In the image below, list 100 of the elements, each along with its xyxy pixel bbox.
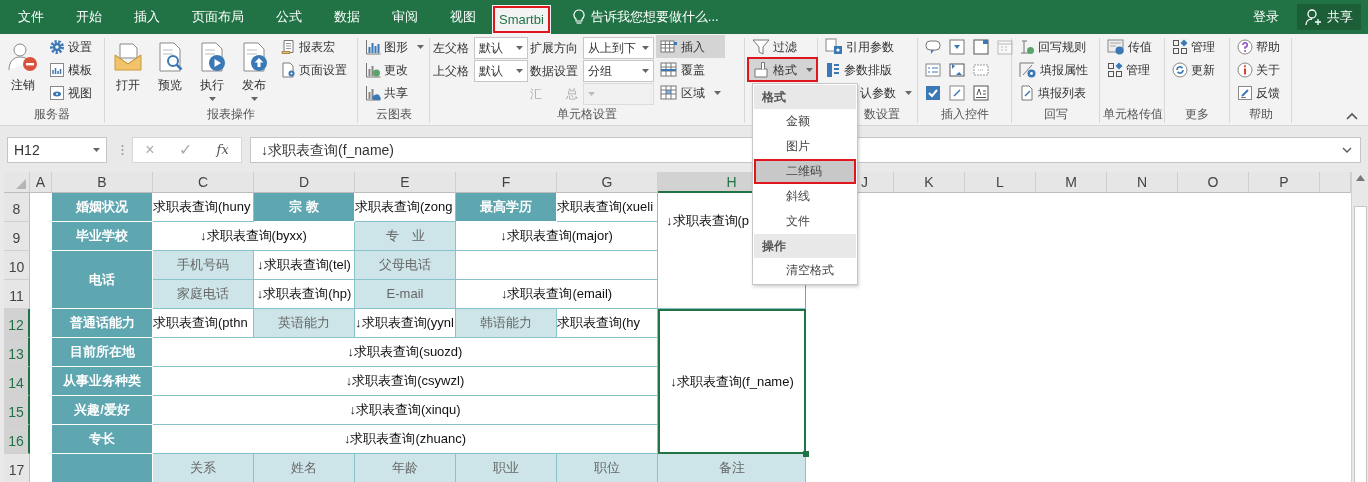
table-cell: 目前所在地 xyxy=(52,338,153,367)
speech-bubble-icon[interactable] xyxy=(925,38,941,55)
ribbon-button[interactable]: 注销 xyxy=(3,35,43,95)
column-header[interactable]: F xyxy=(456,172,557,193)
row-header[interactable]: 17 xyxy=(4,454,30,482)
row-header[interactable]: 16 xyxy=(4,425,30,454)
dropdown-field[interactable]: 默认 xyxy=(474,37,528,59)
list-icon[interactable] xyxy=(925,61,941,78)
chart-document-icon xyxy=(49,61,65,78)
ribbon-button[interactable]: 过滤 xyxy=(748,35,817,58)
scrollbar-thumb[interactable] xyxy=(1353,206,1367,482)
field-label: 汇 总 xyxy=(530,86,578,103)
row-header[interactable]: 15 xyxy=(4,396,30,425)
ribbon-button[interactable]: 执行 xyxy=(192,35,232,102)
document-check-icon xyxy=(1019,38,1035,55)
ribbon-tab[interactable]: 审阅 xyxy=(376,0,434,34)
table-cell: 职位 xyxy=(557,454,658,482)
row-header[interactable]: 13 xyxy=(4,338,30,367)
dropdown-field[interactable]: 从上到下 xyxy=(583,37,654,59)
ribbon-button[interactable]: 更新 xyxy=(1168,58,1219,81)
ribbon-button[interactable]: 打开 xyxy=(108,35,148,95)
column-header[interactable]: C xyxy=(153,172,254,193)
ribbon-tab[interactable]: 文件 xyxy=(2,0,60,34)
name-box[interactable]: H12 xyxy=(7,137,107,163)
column-header[interactable]: N xyxy=(1107,172,1178,193)
column-header[interactable]: P xyxy=(1249,172,1320,193)
ribbon-button[interactable]: 设置 xyxy=(45,35,96,58)
column-header[interactable]: L xyxy=(965,172,1036,193)
menu-item[interactable]: 二维码 xyxy=(754,159,856,184)
ribbon-button[interactable]: 图形 xyxy=(361,35,428,58)
ribbon-tab[interactable]: Smartbi xyxy=(492,5,551,34)
search-field[interactable]: 告诉我您想要做什么... xyxy=(588,6,789,28)
ribbon-button[interactable]: 插入 xyxy=(656,35,725,58)
row-header[interactable]: 10 xyxy=(4,251,30,280)
table-cell: 专长 xyxy=(52,425,153,454)
row-header[interactable]: 8 xyxy=(4,193,30,222)
field-label: 左父格 xyxy=(433,40,469,57)
window-icon[interactable] xyxy=(973,38,989,55)
column-header[interactable]: M xyxy=(1036,172,1107,193)
text-field-icon[interactable] xyxy=(973,61,989,78)
row-header[interactable]: 9 xyxy=(4,222,30,251)
checkbox-icon[interactable] xyxy=(925,84,941,101)
row-header[interactable]: 14 xyxy=(4,367,30,396)
column-header[interactable]: E xyxy=(355,172,456,193)
ribbon-button[interactable]: 格式 xyxy=(748,58,817,81)
table-cell: 韩语能力 xyxy=(456,309,557,338)
ribbon-button[interactable]: 反馈 xyxy=(1233,81,1284,104)
collapse-icon[interactable] xyxy=(1346,112,1358,120)
ribbon-button[interactable]: 引用参数 xyxy=(821,35,916,58)
ribbon-button[interactable]: 视图 xyxy=(45,81,96,104)
dropdown-field[interactable]: 分组 xyxy=(583,60,654,82)
ribbon-button[interactable]: 管理 xyxy=(1103,58,1156,81)
ribbon-button[interactable]: 更改 xyxy=(361,58,428,81)
ribbon-button[interactable]: 预览 xyxy=(150,35,190,95)
ribbon-button[interactable]: 覆盖 xyxy=(656,58,725,81)
column-header[interactable]: O xyxy=(1178,172,1249,193)
column-header[interactable]: G xyxy=(557,172,658,193)
ribbon-button[interactable]: 填报列表 xyxy=(1015,81,1092,104)
ribbon-button[interactable]: 报表宏 xyxy=(276,35,351,58)
ribbon-button[interactable]: 发布 xyxy=(234,35,274,102)
column-header[interactable]: D xyxy=(254,172,355,193)
menu-item[interactable]: 图片 xyxy=(754,134,856,159)
table-cell: 手机号码 xyxy=(153,251,254,280)
ribbon-button[interactable]: 区域 xyxy=(656,81,725,104)
text-style-icon[interactable] xyxy=(973,84,989,101)
ribbon-button[interactable]: 关于 xyxy=(1233,58,1284,81)
insert-function-button[interactable]: fx xyxy=(216,140,229,160)
dropdown-icon[interactable] xyxy=(949,38,965,55)
ribbon-tab[interactable]: 公式 xyxy=(260,0,318,34)
ribbon-tab[interactable]: 视图 xyxy=(434,0,492,34)
column-header[interactable]: B xyxy=(52,172,153,193)
share-button[interactable]: 共享 xyxy=(1297,4,1361,30)
link-icon[interactable] xyxy=(949,84,965,101)
vertical-scrollbar[interactable] xyxy=(1351,172,1368,482)
ribbon-button[interactable]: 参数排版 xyxy=(821,58,916,81)
sign-in-link[interactable]: 登录 xyxy=(1247,6,1285,28)
menu-item[interactable]: 金额 xyxy=(754,109,856,134)
fill-handle[interactable] xyxy=(803,451,809,457)
ribbon-button[interactable]: 共享 xyxy=(361,81,428,104)
ribbon-button[interactable]: 页面设置 xyxy=(276,58,351,81)
ribbon-button[interactable]: 传值 xyxy=(1103,35,1156,58)
field-label: 扩展方向 xyxy=(530,40,578,57)
ribbon-button[interactable]: 填报属性 xyxy=(1015,58,1092,81)
row-header[interactable]: 11 xyxy=(4,280,30,309)
ribbon-tab[interactable]: 数据 xyxy=(318,0,376,34)
ribbon-button[interactable]: 管理 xyxy=(1168,35,1219,58)
ribbon-tab[interactable]: 开始 xyxy=(60,0,118,34)
ribbon-button[interactable]: 模板 xyxy=(45,58,96,81)
ribbon-tab[interactable]: 插入 xyxy=(118,0,176,34)
dropdown-field[interactable]: 默认 xyxy=(474,60,528,82)
ribbon-button[interactable]: 帮助 xyxy=(1233,35,1284,58)
ribbon-button[interactable]: 回写规则 xyxy=(1015,35,1092,58)
ribbon-tab[interactable]: 页面布局 xyxy=(176,0,260,34)
column-header[interactable]: K xyxy=(894,172,965,193)
row-header[interactable]: 12 xyxy=(4,309,30,338)
formula-text: ↓求职表查询(f_name) xyxy=(261,140,395,160)
column-header[interactable]: A xyxy=(30,172,52,193)
upload-window-icon[interactable] xyxy=(949,61,965,78)
group-label: 单元格传值 xyxy=(1103,107,1163,121)
user-remove-icon xyxy=(7,41,39,73)
